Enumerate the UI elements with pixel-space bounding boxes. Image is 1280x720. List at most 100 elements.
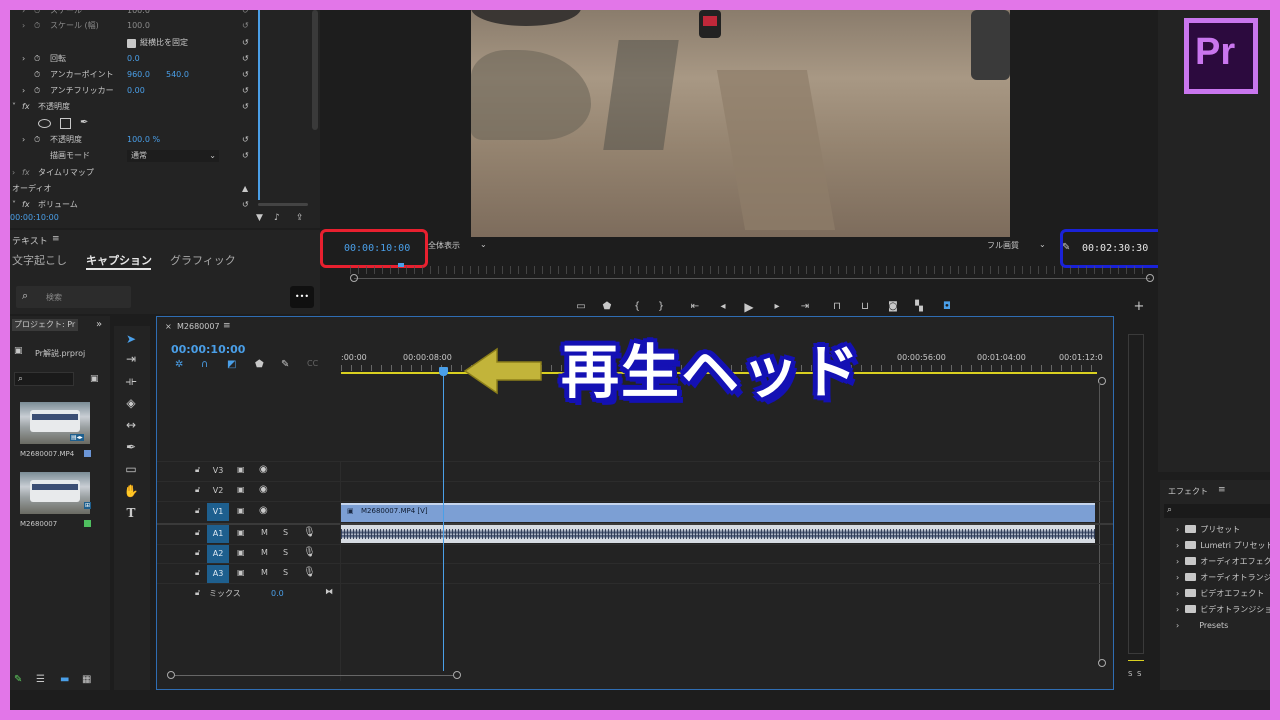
effects-item[interactable]: › プリセット bbox=[1176, 522, 1240, 538]
mix-value[interactable]: 0.0 bbox=[271, 589, 284, 598]
meter-solo-left[interactable]: S bbox=[1128, 670, 1132, 678]
new-bin-icon[interactable]: ▣ bbox=[90, 374, 99, 384]
panel-menu-icon[interactable]: ≡ bbox=[52, 234, 60, 244]
collapse-chevron-icon[interactable]: ˅ bbox=[12, 99, 16, 115]
clip-thumbnail-1[interactable]: ▤◂▸ bbox=[20, 402, 90, 444]
expand-chevron-icon[interactable]: › bbox=[22, 132, 25, 148]
project-tab[interactable]: プロジェクト: Pr bbox=[12, 319, 78, 331]
rectangle-mask-icon[interactable] bbox=[60, 118, 71, 129]
microphone-icon[interactable]: 🎙︎ bbox=[303, 547, 316, 558]
playhead-handle[interactable] bbox=[439, 367, 448, 376]
search-input[interactable]: ⌕ 検索 bbox=[16, 286, 131, 308]
add-marker-icon[interactable]: ⬟ bbox=[255, 359, 264, 370]
project-search-input[interactable]: ⌕ bbox=[14, 372, 74, 386]
monitor-playhead[interactable] bbox=[398, 263, 404, 267]
mute-button[interactable]: M bbox=[261, 568, 268, 577]
reset-icon[interactable]: ↺ bbox=[242, 51, 249, 67]
step-forward-icon[interactable]: ▸ bbox=[768, 300, 786, 314]
tab-captions[interactable]: キャプション bbox=[86, 252, 152, 268]
solo-button[interactable]: S bbox=[283, 528, 288, 537]
anchor-y-value[interactable]: 540.0 bbox=[166, 67, 189, 83]
scale-width-value[interactable]: 100.0 bbox=[127, 18, 150, 34]
camera-icon[interactable]: ◙ bbox=[884, 300, 902, 314]
blend-mode-dropdown[interactable]: 通常 ⌄ bbox=[127, 150, 219, 162]
meter-solo-right[interactable]: S bbox=[1137, 670, 1141, 678]
filter-icon[interactable]: ▼ bbox=[256, 213, 263, 223]
monitor-zoom-bar[interactable] bbox=[354, 278, 1150, 279]
mark-out-icon[interactable]: } bbox=[652, 300, 670, 314]
type-tool-icon[interactable]: T bbox=[122, 504, 140, 522]
expand-chevron-icon[interactable]: › bbox=[12, 165, 15, 181]
lock-icon[interactable]: 🔓︎ bbox=[195, 485, 200, 495]
pan-icon[interactable]: ⧓ bbox=[325, 587, 333, 596]
horizontal-scroll-handle[interactable] bbox=[167, 671, 175, 679]
opacity-value[interactable]: 100.0 % bbox=[127, 132, 160, 148]
stopwatch-icon[interactable]: ⏱ bbox=[34, 132, 40, 148]
anchor-x-value[interactable]: 960.0 bbox=[127, 67, 150, 83]
extract-icon[interactable]: ⊔ bbox=[856, 300, 874, 314]
eye-icon[interactable]: ◉ bbox=[259, 484, 268, 495]
lift-icon[interactable]: ⊓ bbox=[828, 300, 846, 314]
sync-lock-icon[interactable]: ▣ bbox=[237, 548, 245, 557]
text-panel-title[interactable]: テキスト bbox=[12, 234, 48, 247]
solo-button[interactable]: S bbox=[283, 568, 288, 577]
pen-mask-icon[interactable]: ✒ bbox=[80, 115, 88, 131]
play-icon[interactable]: ▶ bbox=[740, 300, 758, 314]
rectangle-icon[interactable]: ▭ bbox=[122, 460, 140, 478]
settings-wrench-icon[interactable]: ✎ bbox=[281, 359, 289, 370]
effects-item[interactable]: › オーディオエフェク bbox=[1176, 554, 1270, 570]
export-icon[interactable]: ⇪ bbox=[296, 213, 304, 223]
reset-icon[interactable]: ↺ bbox=[242, 18, 249, 34]
audio-clip[interactable] bbox=[341, 525, 1095, 543]
stopwatch-icon[interactable]: ⏱ bbox=[34, 83, 40, 99]
collapse-chevron-icon[interactable]: ˅ bbox=[12, 197, 16, 213]
captions-icon[interactable]: CC bbox=[307, 359, 318, 368]
track-target-a3[interactable]: A3 bbox=[207, 565, 229, 583]
ripple-edit-icon[interactable]: ⟛ bbox=[122, 372, 140, 390]
tab-transcript[interactable]: 文字起こし bbox=[12, 252, 67, 268]
ellipse-mask-icon[interactable] bbox=[38, 119, 51, 128]
track-target-v1[interactable]: V1 bbox=[207, 503, 229, 521]
sync-lock-icon[interactable]: ▣ bbox=[237, 506, 245, 515]
label-color-swatch[interactable] bbox=[84, 520, 91, 527]
reset-icon[interactable]: ↺ bbox=[242, 67, 249, 83]
track-target-a2[interactable]: A2 bbox=[207, 545, 229, 563]
track-target-a1[interactable]: A1 bbox=[207, 525, 229, 543]
lock-icon[interactable]: 🔓︎ bbox=[195, 568, 200, 578]
freeform-view-icon[interactable]: ▦ bbox=[82, 674, 91, 685]
sync-lock-icon[interactable]: ▣ bbox=[237, 485, 245, 494]
play-audio-icon[interactable]: ♪ bbox=[274, 213, 280, 223]
effects-item[interactable]: › オーディオトランジ bbox=[1176, 570, 1270, 586]
uniform-scale-checkbox[interactable] bbox=[127, 39, 136, 48]
effects-search-input[interactable]: ⌕ bbox=[1164, 504, 1270, 518]
effects-item[interactable]: › Presets bbox=[1176, 618, 1228, 634]
panel-menu-icon[interactable]: ≡ bbox=[1218, 485, 1226, 495]
lock-icon[interactable]: 🔓︎ bbox=[195, 506, 200, 516]
fit-dropdown[interactable]: 全体表示 ⌄ bbox=[428, 240, 490, 252]
vertical-scroll-handle[interactable] bbox=[1098, 659, 1106, 667]
nest-icon[interactable]: ✲ bbox=[175, 359, 183, 370]
zoom-handle-right[interactable] bbox=[1146, 274, 1154, 282]
label-color-swatch[interactable] bbox=[84, 450, 91, 457]
comparison-view-icon[interactable]: ▚ bbox=[910, 300, 928, 314]
monitor-time-ruler[interactable] bbox=[350, 266, 1150, 274]
tab-graphics[interactable]: グラフィック bbox=[170, 252, 236, 268]
close-tab-icon[interactable]: × bbox=[165, 322, 172, 331]
panel-menu-icon[interactable]: ≡ bbox=[223, 321, 231, 331]
rotation-value[interactable]: 0.0 bbox=[127, 51, 140, 67]
more-panels-icon[interactable]: » bbox=[96, 319, 102, 330]
mark-in-icon[interactable]: { bbox=[628, 300, 646, 314]
sequence-tab-name[interactable]: M2680007 bbox=[177, 322, 220, 331]
zoom-handle-left[interactable] bbox=[350, 274, 358, 282]
reset-icon[interactable]: ↺ bbox=[242, 132, 249, 148]
expand-chevron-icon[interactable]: › bbox=[22, 51, 25, 67]
sync-lock-icon[interactable]: ▣ bbox=[237, 528, 245, 537]
reset-icon[interactable]: ↺ bbox=[242, 99, 249, 115]
effects-item[interactable]: › ビデオエフェクト bbox=[1176, 586, 1264, 602]
expand-chevron-icon[interactable]: › bbox=[22, 83, 25, 99]
slip-icon[interactable]: ↔ bbox=[122, 416, 140, 434]
track-select-icon[interactable]: ⇥ bbox=[122, 350, 140, 368]
lock-icon[interactable]: 🔓︎ bbox=[195, 548, 200, 558]
stopwatch-icon[interactable]: ⏱ bbox=[34, 18, 40, 34]
effects-item[interactable]: › ビデオトランジショ bbox=[1176, 602, 1270, 618]
